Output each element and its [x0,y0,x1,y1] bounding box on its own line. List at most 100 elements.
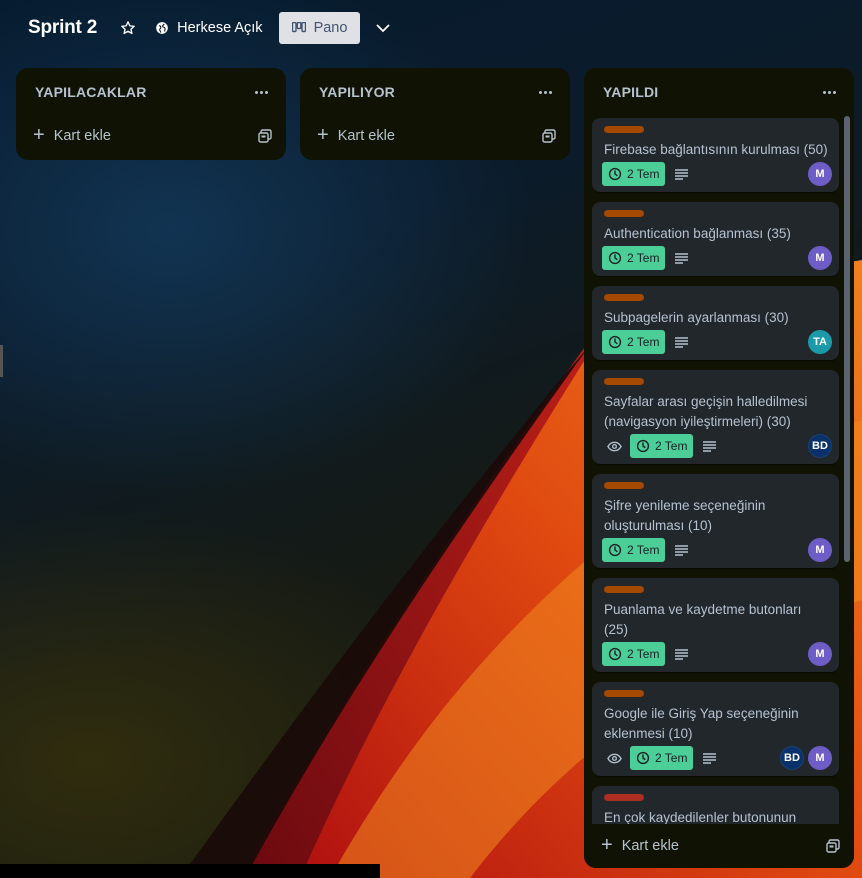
plus-icon: + [317,124,329,146]
avatar[interactable]: M [808,642,832,666]
plus-icon: + [33,124,45,146]
card-badges: 2 Tem [602,434,717,458]
card-label[interactable] [604,378,644,385]
more-options-icon[interactable] [251,87,272,98]
avatar[interactable]: M [808,162,832,186]
card-badges: 2 Tem [602,746,717,770]
card[interactable]: Firebase bağlantısının kurulması (50) 2 … [592,118,839,192]
card-title: Sayfalar arası geçişin halledilmesi (nav… [604,394,808,429]
view-switch-button[interactable]: Pano [278,12,361,44]
board-title[interactable]: Sprint 2 [28,17,97,39]
add-card-button[interactable]: + Kart ekle [584,824,854,868]
view-label: Pano [313,20,348,36]
template-icon[interactable] [826,839,840,853]
description-icon [675,168,689,180]
avatar[interactable]: BD [808,434,832,458]
add-card-button[interactable]: + Kart ekle [300,116,570,156]
due-date-badge[interactable]: 2 Tem [602,162,666,186]
visibility-button[interactable]: Herkese Açık [155,20,263,36]
card-badges: 2 Tem [602,642,689,666]
card-title: Google ile Giriş Yap seçeneğinin eklenme… [604,706,799,741]
eye-icon [602,434,626,458]
card[interactable]: Puanlama ve kaydetme butonları (25) 2 Te… [592,578,839,672]
card-members: M [808,642,832,666]
description-icon [675,544,689,556]
bottom-bar [0,864,380,878]
add-card-label: Kart ekle [337,128,395,144]
card[interactable]: En çok kaydedilenler butonunun [592,786,839,824]
card-badges: 2 Tem [602,162,689,186]
due-date-text: 2 Tem [655,439,688,453]
globe-icon [156,22,168,34]
card-members: M [808,162,832,186]
description-icon [675,252,689,264]
clock-icon [636,751,650,765]
avatar[interactable]: M [808,746,832,770]
board-view-icon [291,22,306,33]
due-date-badge[interactable]: 2 Tem [630,746,694,770]
clock-icon [636,439,650,453]
card-title: Şifre yenileme seçeneğinin oluşturulması… [604,498,766,533]
card-label[interactable] [604,690,644,697]
card[interactable]: Subpagelerin ayarlanması (30) 2 Tem TA [592,286,839,360]
list-title: YAPILIYOR [319,84,395,100]
due-date-text: 2 Tem [627,335,660,349]
card[interactable]: Şifre yenileme seçeneğinin oluşturulması… [592,474,839,568]
template-icon[interactable] [542,129,556,143]
card-members: M [808,538,832,562]
eye-icon [602,746,626,770]
avatar[interactable]: M [808,538,832,562]
add-card-label: Kart ekle [53,128,111,144]
card[interactable]: Authentication bağlanması (35) 2 Tem M [592,202,839,276]
list-header: YAPILACAKLAR [16,68,286,116]
visibility-label: Herkese Açık [177,20,263,36]
list-title: YAPILACAKLAR [35,84,147,100]
card-label[interactable] [604,586,644,593]
list-header: YAPILDI [584,68,854,116]
due-date-text: 2 Tem [627,251,660,265]
clock-icon [608,167,622,181]
card[interactable]: Sayfalar arası geçişin halledilmesi (nav… [592,370,839,464]
card-members: M [808,246,832,270]
avatar[interactable]: TA [808,330,832,354]
card-label[interactable] [604,126,644,133]
due-date-badge[interactable]: 2 Tem [602,330,666,354]
description-icon [675,336,689,348]
clock-icon [608,335,622,349]
clock-icon [608,251,622,265]
due-date-badge[interactable]: 2 Tem [602,246,666,270]
card-title: En çok kaydedilenler butonunun [604,810,797,824]
more-options-icon[interactable] [819,87,840,98]
due-date-badge[interactable]: 2 Tem [602,538,666,562]
template-icon[interactable] [258,129,272,143]
clock-icon [608,543,622,557]
chevron-down-icon[interactable] [373,18,393,38]
description-icon [703,440,717,452]
add-card-label: Kart ekle [621,838,679,854]
list-yapildi: YAPILDI Firebase bağlantısının kurulması… [584,68,854,868]
card-members: BD [808,434,832,458]
card[interactable]: Google ile Giriş Yap seçeneğinin eklenme… [592,682,839,776]
star-icon[interactable] [119,19,137,37]
avatar[interactable]: BD [780,746,804,770]
due-date-badge[interactable]: 2 Tem [630,434,694,458]
card-title: Firebase bağlantısının kurulması (50) [604,142,828,157]
list-title: YAPILDI [603,84,659,100]
card-badges: 2 Tem [602,538,689,562]
more-options-icon[interactable] [535,87,556,98]
avatar[interactable]: M [808,246,832,270]
card-title: Subpagelerin ayarlanması (30) [604,310,789,325]
card-label[interactable] [604,482,644,489]
card-members: BD M [780,746,832,770]
add-card-button[interactable]: + Kart ekle [16,116,286,156]
card-badges: 2 Tem [602,330,689,354]
description-icon [675,648,689,660]
list-header: YAPILIYOR [300,68,570,116]
card-label[interactable] [604,210,644,217]
card-badges: 2 Tem [602,246,689,270]
board-header: Sprint 2 Herkese Açık Pano [0,0,862,56]
due-date-badge[interactable]: 2 Tem [602,642,666,666]
card-label[interactable] [604,294,644,301]
scrollbar[interactable] [844,116,850,562]
card-label[interactable] [604,794,644,801]
